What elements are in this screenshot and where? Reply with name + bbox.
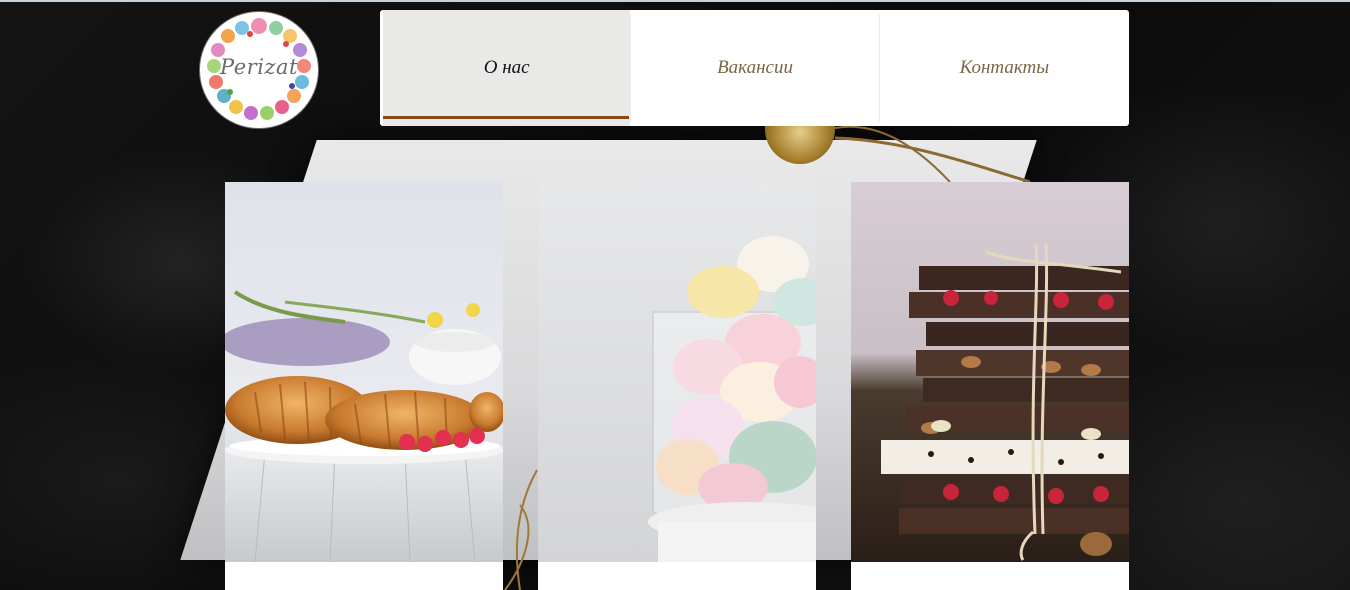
chocolate-image [851, 182, 1129, 562]
main-navigation: О нас Вакансии Контакты [380, 10, 1129, 126]
croissants-image [225, 182, 503, 562]
logo-text: Perizat [220, 55, 298, 79]
product-card-marshmallows[interactable] [538, 182, 816, 590]
tab-about[interactable]: О нас [383, 10, 631, 126]
logo[interactable]: Perizat [200, 12, 318, 128]
marshmallows-image [538, 182, 816, 562]
tab-contacts[interactable]: Контакты [880, 10, 1129, 126]
product-card-chocolate[interactable] [851, 182, 1129, 590]
tab-vacancies[interactable]: Вакансии [631, 10, 878, 126]
product-card-croissants[interactable] [225, 182, 503, 590]
